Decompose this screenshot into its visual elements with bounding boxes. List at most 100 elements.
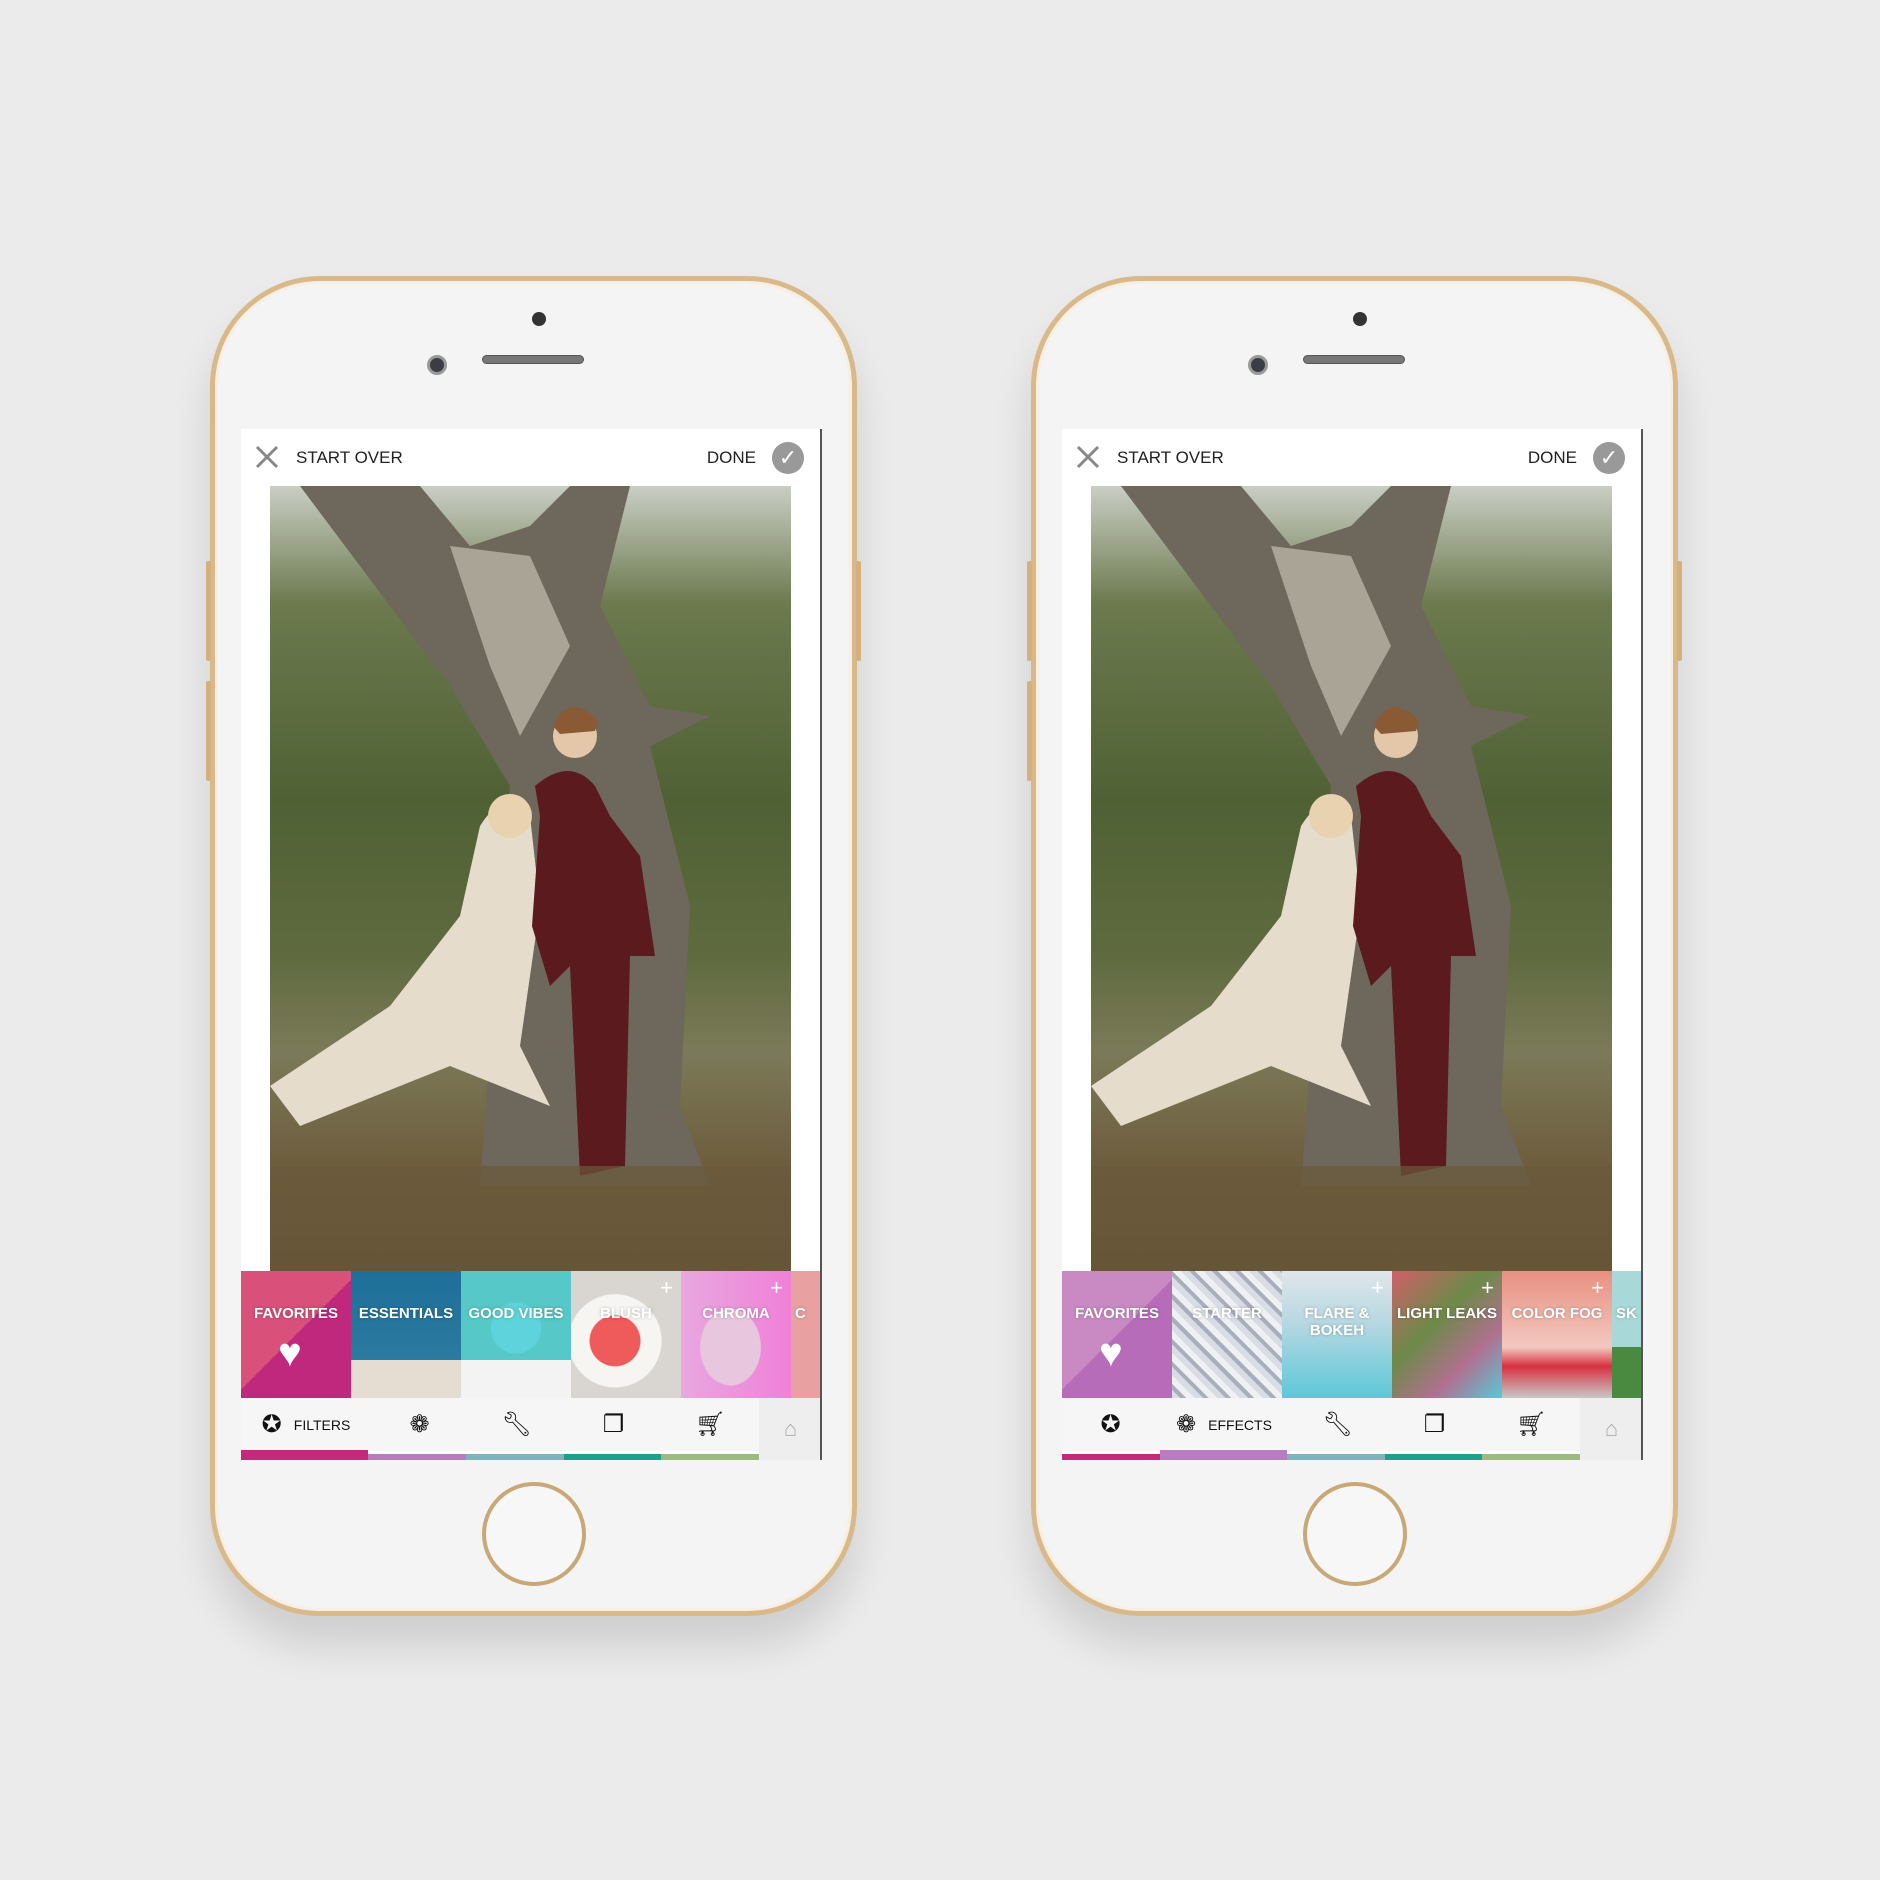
- filters-icon: ✪: [1100, 1410, 1121, 1438]
- tile-blush[interactable]: BLUSH +: [571, 1271, 681, 1398]
- tile-partial[interactable]: C: [791, 1271, 820, 1398]
- nav-layers[interactable]: ❐: [565, 1398, 662, 1451]
- tile-label: LIGHT LEAKS: [1397, 1305, 1497, 1322]
- bar-layers: [1384, 1454, 1483, 1460]
- nav-layers[interactable]: ❐: [1386, 1398, 1483, 1451]
- nav-filters[interactable]: ✪: [1062, 1398, 1159, 1451]
- effects-icon: ❁: [409, 1410, 430, 1438]
- category-color-bars: [1062, 1450, 1580, 1460]
- tile-chroma[interactable]: CHROMA +: [681, 1271, 791, 1398]
- tile-label: BLUSH: [600, 1305, 652, 1322]
- bar-cart: [661, 1454, 759, 1460]
- phone-mockup-right: START OVER DONE ✓ FAVORITES ♥ STARTER FL…: [1027, 276, 1682, 1616]
- couple-photo: [270, 486, 791, 1271]
- front-camera: [1248, 355, 1268, 375]
- bar-effects: [1159, 1450, 1287, 1460]
- add-icon[interactable]: +: [1371, 1275, 1384, 1301]
- tile-essentials[interactable]: ESSENTIALS: [351, 1271, 461, 1398]
- bar-effects: [368, 1454, 466, 1460]
- check-icon[interactable]: ✓: [772, 442, 804, 474]
- bar-filters: [241, 1450, 369, 1460]
- nav-effects[interactable]: ❁: [371, 1398, 468, 1451]
- tile-good-vibes[interactable]: GOOD VIBES: [461, 1271, 571, 1398]
- app-screen: START OVER DONE ✓ FAVORITES ♥ ESSENTIALS…: [241, 429, 822, 1460]
- tile-label: COLOR FOG: [1511, 1305, 1603, 1322]
- category-color-bars: [241, 1450, 759, 1460]
- side-button: [206, 681, 211, 781]
- tile-label: FAVORITES: [254, 1305, 338, 1322]
- phone-mockup-left: START OVER DONE ✓ FAVORITES ♥ ESSENTIALS…: [206, 276, 861, 1616]
- start-over-button[interactable]: START OVER: [1117, 448, 1224, 468]
- nav-cart[interactable]: 🛒︎: [1483, 1398, 1580, 1451]
- add-icon[interactable]: +: [1481, 1275, 1494, 1301]
- couple-photo: [1091, 486, 1612, 1271]
- filter-category-strip: FAVORITES ♥ ESSENTIALS GOOD VIBES BLUSH …: [241, 1271, 820, 1398]
- done-button[interactable]: DONE: [707, 448, 756, 468]
- tile-light-leaks[interactable]: LIGHT LEAKS +: [1392, 1271, 1502, 1398]
- side-button: [1027, 561, 1032, 661]
- heart-icon: ♥: [1099, 1331, 1123, 1375]
- add-icon[interactable]: +: [660, 1275, 673, 1301]
- nav-label: FILTERS: [293, 1416, 351, 1433]
- nav-tools[interactable]: 🔧︎: [1289, 1398, 1386, 1451]
- speaker-grille: [1303, 355, 1405, 364]
- bar-layers: [563, 1454, 662, 1460]
- nav-effects[interactable]: ❁ EFFECTS: [1159, 1398, 1289, 1451]
- layers-icon: ❐: [1423, 1410, 1446, 1438]
- nav-tools[interactable]: 🔧︎: [468, 1398, 565, 1451]
- sensor-dot: [532, 312, 546, 326]
- power-button: [856, 561, 861, 661]
- side-button: [206, 561, 211, 661]
- bar-filters: [1062, 1454, 1160, 1460]
- home-icon[interactable]: ⌂: [1580, 1398, 1641, 1460]
- tile-label: GOOD VIBES: [468, 1305, 564, 1322]
- bottom-nav: ✪ FILTERS ❁ 🔧︎ ❐ 🛒︎: [241, 1398, 759, 1451]
- tile-label: C: [795, 1305, 806, 1322]
- nav-label: EFFECTS: [1208, 1416, 1272, 1433]
- bar-tools: [1286, 1454, 1385, 1460]
- add-icon[interactable]: +: [770, 1275, 783, 1301]
- top-bar: START OVER DONE ✓: [241, 429, 820, 486]
- tile-color-fog[interactable]: COLOR FOG +: [1502, 1271, 1612, 1398]
- bar-tools: [465, 1454, 564, 1460]
- home-icon[interactable]: ⌂: [759, 1398, 820, 1460]
- front-camera: [427, 355, 447, 375]
- power-button: [1677, 561, 1682, 661]
- cart-icon: 🛒︎: [1516, 1410, 1547, 1438]
- bottom-nav: ✪ ❁ EFFECTS 🔧︎ ❐ 🛒︎: [1062, 1398, 1580, 1451]
- effect-category-strip: FAVORITES ♥ STARTER FLARE & BOKEH + LIGH…: [1062, 1271, 1641, 1398]
- tile-starter[interactable]: STARTER: [1172, 1271, 1282, 1398]
- home-button[interactable]: [1303, 1482, 1407, 1586]
- nav-cart[interactable]: 🛒︎: [662, 1398, 759, 1451]
- sensor-dot: [1353, 312, 1367, 326]
- tile-favorites[interactable]: FAVORITES ♥: [1062, 1271, 1172, 1398]
- tile-favorites[interactable]: FAVORITES ♥: [241, 1271, 351, 1398]
- top-bar: START OVER DONE ✓: [1062, 429, 1641, 486]
- nav-filters[interactable]: ✪ FILTERS: [241, 1398, 371, 1451]
- effects-icon: ❁: [1176, 1410, 1197, 1438]
- app-screen: START OVER DONE ✓ FAVORITES ♥ STARTER FL…: [1062, 429, 1643, 1460]
- home-button[interactable]: [482, 1482, 586, 1586]
- start-over-button[interactable]: START OVER: [296, 448, 403, 468]
- check-icon[interactable]: ✓: [1593, 442, 1625, 474]
- tile-label: STARTER: [1192, 1305, 1262, 1322]
- bar-cart: [1482, 1454, 1580, 1460]
- tile-partial[interactable]: SK: [1612, 1271, 1641, 1398]
- tools-icon: 🔧︎: [501, 1410, 532, 1438]
- close-icon[interactable]: [255, 445, 279, 469]
- tile-flare-bokeh[interactable]: FLARE & BOKEH +: [1282, 1271, 1392, 1398]
- close-icon[interactable]: [1076, 445, 1100, 469]
- done-button[interactable]: DONE: [1528, 448, 1577, 468]
- side-button: [1027, 681, 1032, 781]
- layers-icon: ❐: [602, 1410, 625, 1438]
- photo-preview: [270, 486, 791, 1271]
- tile-label: CHROMA: [702, 1305, 770, 1322]
- tile-label: SK: [1616, 1305, 1637, 1322]
- speaker-grille: [482, 355, 584, 364]
- tile-label: FLARE & BOKEH: [1304, 1305, 1370, 1339]
- tile-label: ESSENTIALS: [358, 1305, 454, 1322]
- add-icon[interactable]: +: [1591, 1275, 1604, 1301]
- cart-icon: 🛒︎: [695, 1410, 726, 1438]
- photo-preview: [1091, 486, 1612, 1271]
- filters-icon: ✪: [261, 1410, 282, 1438]
